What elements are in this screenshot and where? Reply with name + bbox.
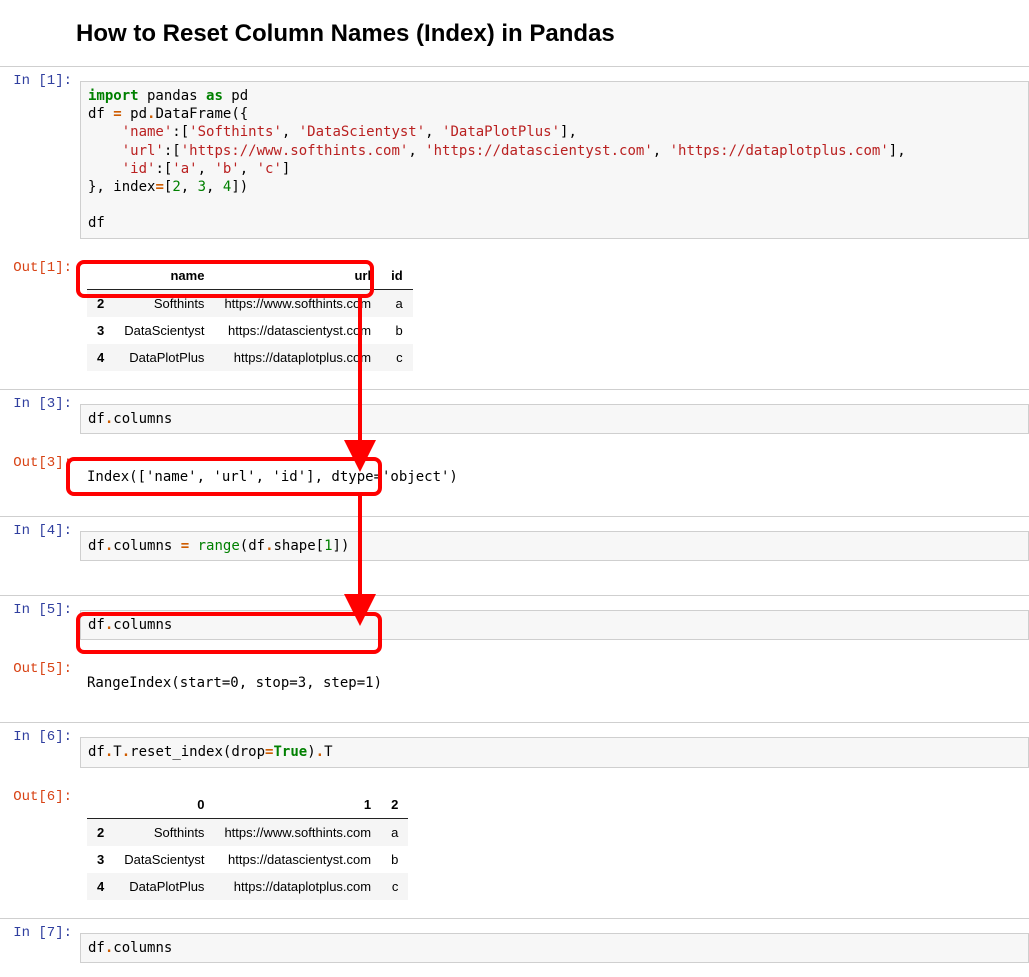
output-table-1: nameurlid2Softhintshttps://www.softhints… <box>80 254 1029 387</box>
table-cell: c <box>381 344 413 371</box>
table-cell: DataPlotPlus <box>114 873 214 900</box>
row-index: 2 <box>87 289 114 317</box>
prompt-out-6: Out[6]: <box>0 783 80 811</box>
code-input-5[interactable]: df.columns <box>80 610 1029 640</box>
table-header-cell: id <box>381 262 413 290</box>
cell-out-5: Out[5]: RangeIndex(start=0, stop=3, step… <box>0 654 1029 720</box>
table-header-cell: name <box>114 262 214 290</box>
code-input-3[interactable]: df.columns <box>80 404 1029 434</box>
cell-in-3: In [3]: df.columns <box>0 389 1029 448</box>
table-cell: a <box>381 818 408 846</box>
row-index: 4 <box>87 873 114 900</box>
table-row: 3DataScientysthttps://datascientyst.comb <box>87 317 413 344</box>
table-row: 4DataPlotPlushttps://dataplotplus.comc <box>87 873 408 900</box>
page-title: How to Reset Column Names (Index) in Pan… <box>76 20 1029 48</box>
table-cell: DataScientyst <box>114 317 214 344</box>
cell-out-6: Out[6]: 0122Softhintshttps://www.softhin… <box>0 782 1029 916</box>
prompt-out-3: Out[3]: <box>0 449 80 477</box>
table-cell: https://datascientyst.com <box>214 846 381 873</box>
table-cell: https://datascientyst.com <box>214 317 381 344</box>
table-cell: https://dataplotplus.com <box>214 873 381 900</box>
table-cell: DataScientyst <box>114 846 214 873</box>
output-text-5: RangeIndex(start=0, stop=3, step=1) <box>80 669 1029 706</box>
table-header-cell <box>87 262 114 290</box>
cell-out-1: Out[1]: nameurlid2Softhintshttps://www.s… <box>0 253 1029 387</box>
table-row: 2Softhintshttps://www.softhints.coma <box>87 289 413 317</box>
table-cell: c <box>381 873 408 900</box>
table-row: 3DataScientysthttps://datascientyst.comb <box>87 846 408 873</box>
prompt-in-3: In [3]: <box>0 390 80 418</box>
prompt-out-5: Out[5]: <box>0 655 80 683</box>
prompt-out-1: Out[1]: <box>0 254 80 282</box>
cell-out-3: Out[3]: Index(['name', 'url', 'id'], dty… <box>0 448 1029 514</box>
table-cell: Softhints <box>114 289 214 317</box>
table-cell: DataPlotPlus <box>114 344 214 371</box>
table-cell: https://www.softhints.com <box>214 818 381 846</box>
row-index: 4 <box>87 344 114 371</box>
table-row: 4DataPlotPlushttps://dataplotplus.comc <box>87 344 413 371</box>
table-header-cell: url <box>214 262 381 290</box>
table-header-cell: 1 <box>214 791 381 819</box>
table-header-cell <box>87 791 114 819</box>
cell-in-7: In [7]: df.columns <box>0 918 1029 977</box>
table-cell: https://dataplotplus.com <box>214 344 381 371</box>
prompt-in-1: In [1]: <box>0 67 80 95</box>
code-input-4[interactable]: df.columns = range(df.shape[1]) <box>80 531 1029 561</box>
table-cell: Softhints <box>114 818 214 846</box>
table-cell: b <box>381 846 408 873</box>
cell-in-1: In [1]: import pandas as pd df = pd.Data… <box>0 66 1029 253</box>
code-input-7[interactable]: df.columns <box>80 933 1029 963</box>
row-index: 3 <box>87 846 114 873</box>
prompt-in-5: In [5]: <box>0 596 80 624</box>
row-index: 2 <box>87 818 114 846</box>
code-input-1[interactable]: import pandas as pd df = pd.DataFrame({ … <box>80 81 1029 239</box>
table-header-cell: 2 <box>381 791 408 819</box>
row-index: 3 <box>87 317 114 344</box>
prompt-in-7: In [7]: <box>0 919 80 947</box>
output-text-3: Index(['name', 'url', 'id'], dtype='obje… <box>80 463 1029 500</box>
cell-in-5: In [5]: df.columns <box>0 595 1029 654</box>
table-row: 2Softhintshttps://www.softhints.coma <box>87 818 408 846</box>
table-cell: a <box>381 289 413 317</box>
output-table-6: 0122Softhintshttps://www.softhints.coma3… <box>80 783 1029 916</box>
table-cell: b <box>381 317 413 344</box>
table-header-cell: 0 <box>114 791 214 819</box>
cell-in-6: In [6]: df.T.reset_index(drop=True).T <box>0 722 1029 781</box>
table-cell: https://www.softhints.com <box>214 289 381 317</box>
prompt-in-4: In [4]: <box>0 517 80 545</box>
cell-in-4: In [4]: df.columns = range(df.shape[1]) <box>0 516 1029 575</box>
prompt-in-6: In [6]: <box>0 723 80 751</box>
